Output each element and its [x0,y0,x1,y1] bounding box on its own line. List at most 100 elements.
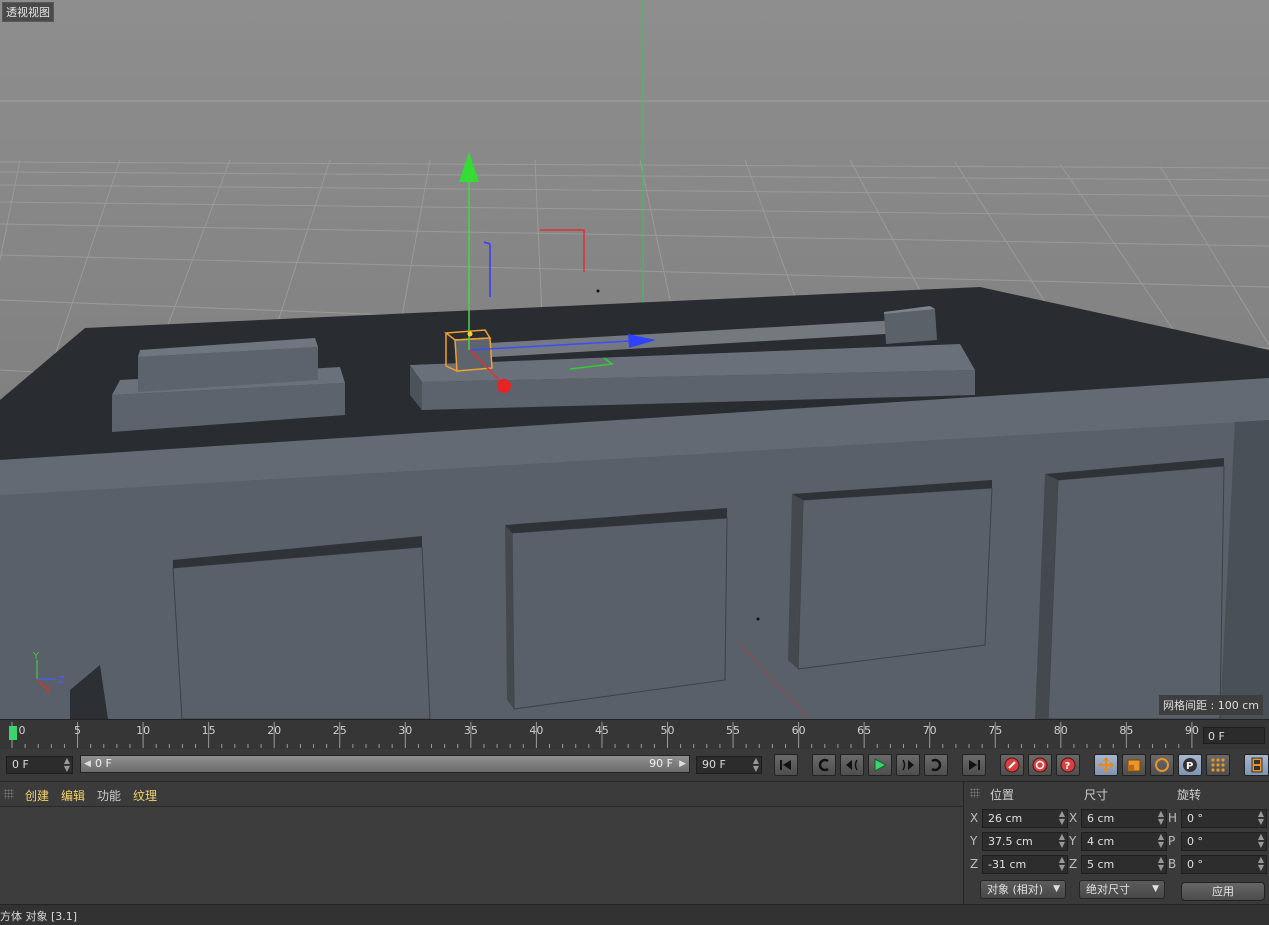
timeline-tick-label: 60 [791,724,806,737]
pos-y-label: Y [970,834,978,848]
size-y-field[interactable]: 4 cm ▲ ▼ [1081,832,1167,851]
panel-grip-icon[interactable] [970,788,980,798]
next-key-button[interactable] [924,754,948,776]
next-key-icon [931,758,942,772]
menu-texture[interactable]: 纹理 [133,787,157,804]
chevron-down-icon: ▼ [1152,884,1159,894]
spin-arrows-icon[interactable]: ▲ ▼ [1059,856,1065,872]
spin-arrows-icon[interactable]: ▲ ▼ [1158,833,1164,849]
size-x-label: X [1069,811,1078,825]
rod-end-cap [884,309,937,344]
timeline-tick-label: 85 [1119,724,1134,737]
record-button[interactable] [1000,754,1024,776]
axis-label-y: Y [32,651,40,662]
param-key-button[interactable]: P [1178,754,1202,776]
end-frame-field[interactable]: 90 F ▲ ▼ [696,756,762,774]
scale-key-button[interactable] [1122,754,1146,776]
timeline-tick-label: 40 [529,724,544,737]
start-frame-value: 0 F [12,758,29,771]
timeline-tick-label: 45 [594,724,609,737]
panel-grip-icon[interactable] [4,789,14,799]
status-bar: 方体 对象 [3.1] [0,904,1269,925]
spin-arrows-icon[interactable]: ▲ ▼ [1158,856,1164,872]
preview-range-slider[interactable]: ◀ 0 F 90 F ▶ [80,755,690,773]
rot-h-value: 0 ° [1187,812,1203,825]
grid-spacing-label: 网格间距 : 100 cm [1159,695,1263,715]
size-mode-dropdown[interactable]: 绝对尺寸 ▼ [1079,880,1165,899]
spin-arrows-icon[interactable]: ▲ ▼ [753,757,759,773]
axis-label-x: X [44,685,51,696]
rotation-header: 旋转 [1177,788,1202,802]
range-right-arrow-icon[interactable]: ▶ [679,756,686,772]
apply-button[interactable]: 应用 [1181,882,1265,901]
dots-grid-icon [1211,758,1225,772]
coordinate-mode-dropdown[interactable]: 对象 (相对) ▼ [980,880,1066,899]
timeline-tick-label: 0 [18,724,26,737]
rot-h-label: H [1168,811,1178,825]
status-text: 方体 对象 [3.1] [0,910,78,923]
previous-key-button[interactable] [812,754,836,776]
previous-frame-button[interactable] [840,754,864,776]
gizmo-z-handle[interactable] [497,379,511,393]
size-z-value: 5 cm [1087,858,1115,871]
rot-b-field[interactable]: 0 ° ▲ ▼ [1181,855,1267,874]
timeline-button[interactable] [1244,754,1269,776]
rot-p-field[interactable]: 0 ° ▲ ▼ [1181,832,1267,851]
spin-arrows-icon[interactable]: ▲ ▼ [64,757,70,773]
menu-edit[interactable]: 编辑 [61,787,85,804]
spin-arrows-icon[interactable]: ▲ ▼ [1258,810,1264,826]
drawer-panel-4 [1047,465,1225,719]
perspective-viewport[interactable]: Y Z X 透视视图 网格间距 : 100 cm [0,0,1269,719]
next-frame-button[interactable] [896,754,920,776]
timeline-playhead[interactable] [9,726,17,740]
timeline-ruler[interactable]: 0 5 10 15 20 25 30 35 40 45 50 55 60 65 70 75 80 85 90 0 F [0,719,1269,750]
keyframe-help-button[interactable]: ? [1056,754,1080,776]
size-x-field[interactable]: 6 cm ▲ ▼ [1081,809,1167,828]
autokey-button[interactable] [1028,754,1052,776]
timeline-tick-label: 25 [332,724,347,737]
timeline-tick-label: 65 [857,724,872,737]
play-icon [874,758,888,772]
spin-arrows-icon[interactable]: ▲ ▼ [1059,833,1065,849]
pos-y-field[interactable]: 37.5 cm ▲ ▼ [982,832,1068,851]
viewport-scene[interactable]: Y Z X [0,0,1269,719]
pos-z-field[interactable]: -31 cm ▲ ▼ [982,855,1068,874]
size-x-value: 6 cm [1087,812,1115,825]
size-header: 尺寸 [1084,788,1109,802]
drawer-panel-2 [511,517,728,710]
timeline-tick-label: 35 [463,724,478,737]
question-icon: ? [1060,757,1076,773]
pos-x-field[interactable]: 26 cm ▲ ▼ [982,809,1068,828]
viewport-title[interactable]: 透视视图 [2,2,54,22]
play-button[interactable] [868,754,892,776]
object-manager[interactable]: 创建 编辑 功能 纹理 [0,782,964,904]
pos-z-value: -31 cm [988,858,1027,871]
object-manager-menubar: 创建 编辑 功能 纹理 [0,782,963,807]
timeline-tick-label: 80 [1053,724,1068,737]
coordinate-mode-value: 对象 (相对) [987,883,1044,896]
go-to-start-button[interactable] [774,754,798,776]
drawer-panel-3 [797,487,993,670]
go-to-end-button[interactable] [962,754,986,776]
spin-arrows-icon[interactable]: ▲ ▼ [1059,810,1065,826]
menu-create[interactable]: 创建 [25,787,49,804]
size-z-field[interactable]: 5 cm ▲ ▼ [1081,855,1167,874]
rotate-icon [1155,758,1169,772]
start-frame-field[interactable]: 0 F ▲ ▼ [6,756,73,774]
timeline-tick-label: 10 [136,724,151,737]
chevron-down-icon: ▼ [1053,884,1060,894]
spin-arrows-icon[interactable]: ▲ ▼ [1258,856,1264,872]
coordinates-manager: 位置 尺寸 旋转 X 26 cm ▲ ▼ X 6 cm ▲ ▼ H 0 ° ▲ ▼ Y 37… [964,782,1269,904]
spin-arrows-icon[interactable]: ▲ ▼ [1258,833,1264,849]
rot-h-field[interactable]: 0 ° ▲ ▼ [1181,809,1267,828]
range-end-value: 90 F [649,757,673,770]
timeline-tick-label: 90 [1184,724,1199,737]
previous-frame-icon [846,759,858,771]
move-key-button[interactable] [1094,754,1118,776]
menu-functions[interactable]: 功能 [97,787,121,804]
point-level-button[interactable] [1206,754,1230,776]
range-left-arrow-icon[interactable]: ◀ [84,756,91,772]
current-frame-field[interactable]: 0 F [1203,727,1265,744]
rotate-key-button[interactable] [1150,754,1174,776]
spin-arrows-icon[interactable]: ▲ ▼ [1158,810,1164,826]
